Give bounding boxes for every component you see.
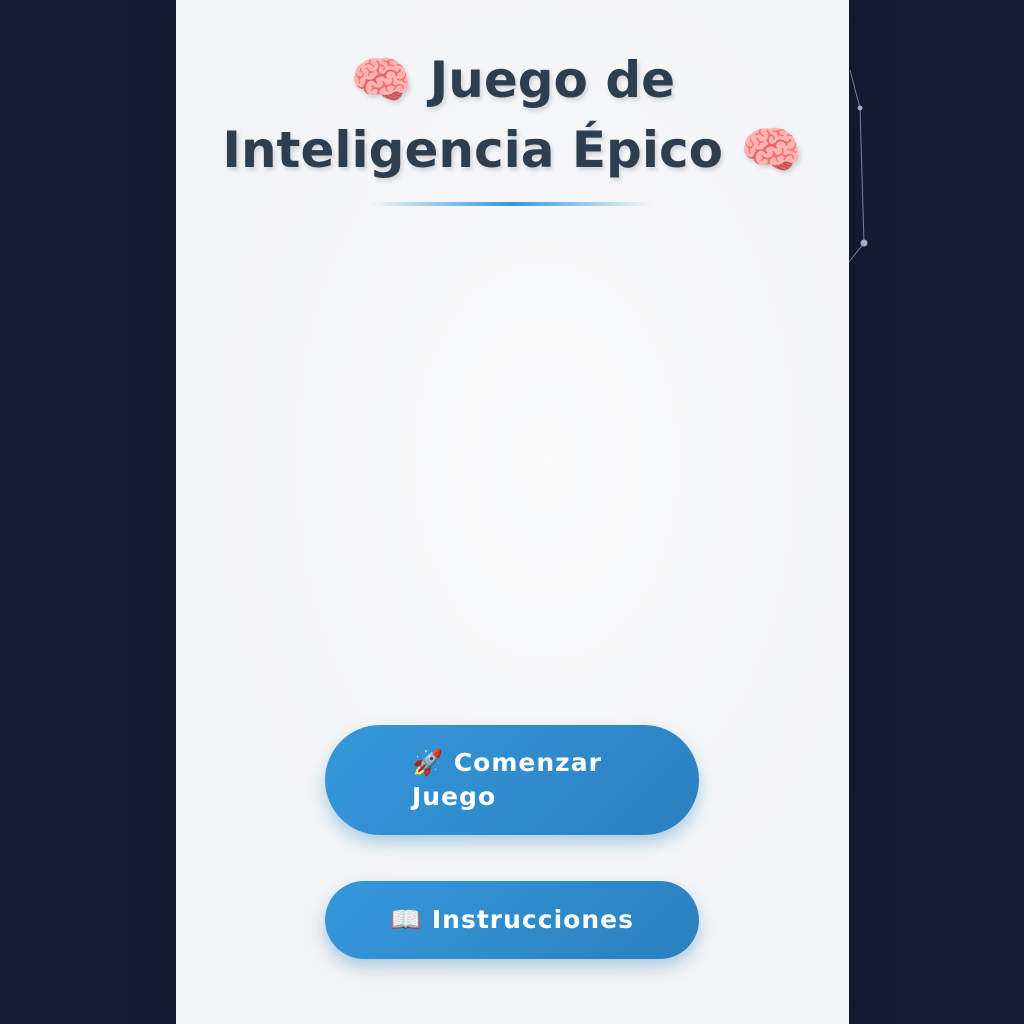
title-text-1: Juego de	[429, 51, 676, 109]
game-title: 🧠 Juego de Inteligencia Épico 🧠	[176, 45, 849, 185]
instructions-button[interactable]: 📖 Instrucciones	[325, 881, 699, 959]
title-text-2: Inteligencia Épico	[222, 121, 723, 179]
star-dot	[857, 105, 863, 111]
brain-icon: 🧠	[349, 51, 413, 109]
start-game-button[interactable]: 🚀 Comenzar Juego	[325, 725, 699, 835]
star-dot	[860, 239, 868, 247]
title-underline	[369, 202, 653, 206]
title-line-1: 🧠 Juego de	[176, 45, 849, 115]
title-line-2: Inteligencia Épico 🧠	[176, 115, 849, 185]
brain-icon: 🧠	[740, 121, 803, 179]
instructions-label: 📖 Instrucciones	[390, 905, 634, 934]
main-menu-panel: 🧠 Juego de Inteligencia Épico 🧠 🚀 Comenz…	[176, 0, 849, 1024]
start-game-label: 🚀 Comenzar Juego	[412, 748, 602, 811]
